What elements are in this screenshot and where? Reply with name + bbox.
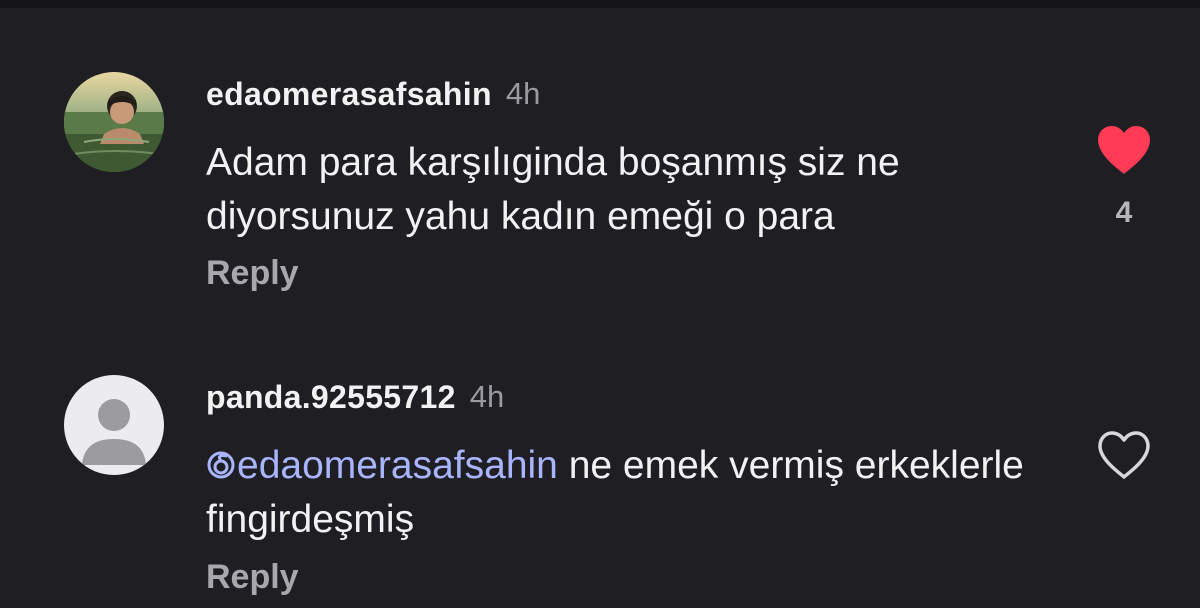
- mention-link[interactable]: edaomerasafsahin: [206, 444, 558, 487]
- like-button[interactable]: [1094, 124, 1154, 181]
- avatar[interactable]: [64, 72, 164, 172]
- comment-text: Adam para karşılıginda boşanmış siz ne d…: [206, 141, 900, 238]
- timestamp: 4h: [469, 379, 505, 414]
- at-sign-icon: [207, 451, 235, 479]
- comment-header: edaomerasafsahin 4h: [206, 72, 540, 116]
- default-avatar-icon: [64, 375, 164, 475]
- comment-text: edaomerasafsahin ne emek vermiş erkekler…: [206, 439, 1046, 547]
- reply-button[interactable]: Reply: [206, 254, 299, 293]
- timestamp: 4h: [505, 76, 541, 111]
- avatar-photo: [64, 72, 164, 172]
- like-button[interactable]: [1094, 429, 1154, 486]
- username[interactable]: panda.92555712: [206, 379, 456, 416]
- like-count: 4: [1115, 196, 1133, 229]
- avatar[interactable]: [64, 375, 164, 475]
- username[interactable]: edaomerasafsahin: [206, 76, 492, 113]
- comment-header: panda.92555712 4h: [206, 375, 504, 419]
- top-divider: [0, 0, 1200, 8]
- mention-username: edaomerasafsahin: [237, 444, 558, 487]
- heart-outline-icon: [1098, 431, 1150, 479]
- heart-filled-icon: [1098, 126, 1150, 174]
- reply-button[interactable]: Reply: [206, 558, 299, 597]
